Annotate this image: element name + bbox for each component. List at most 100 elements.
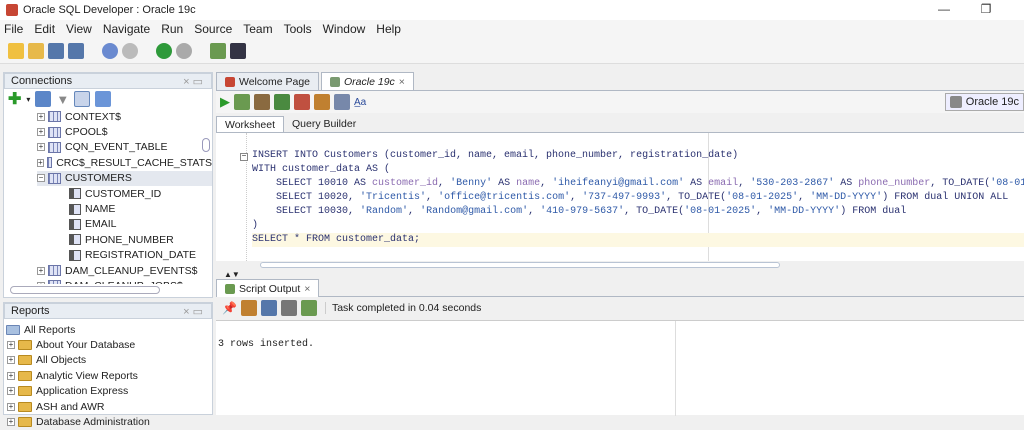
chevron-down-icon[interactable]: ▾ [26, 95, 30, 104]
menu-source[interactable]: Source [194, 22, 232, 36]
open-icon[interactable] [301, 300, 317, 316]
expand-icon[interactable]: + [37, 159, 44, 167]
tab-welcome-page[interactable]: Welcome Page [216, 72, 319, 90]
report-item[interactable]: +All Objects [4, 353, 212, 368]
tree-item[interactable]: +CONTEXT$ [37, 109, 212, 124]
vertical-scrollbar[interactable] [202, 138, 210, 152]
report-item[interactable]: +Application Express [4, 384, 212, 399]
filter-icon[interactable]: ▼ [56, 92, 69, 107]
save-icon[interactable] [48, 43, 64, 59]
menu-tools[interactable]: Tools [284, 22, 312, 36]
sql-history-icon[interactable] [334, 94, 350, 110]
clear-icon[interactable] [314, 94, 330, 110]
menu-edit[interactable]: Edit [34, 22, 55, 36]
menu-file[interactable]: File [4, 22, 23, 36]
tree-item[interactable]: +CRC$_RESULT_CACHE_STATS [37, 155, 212, 170]
editor-horizontal-scrollbar[interactable] [216, 261, 1024, 269]
reports-root[interactable]: All Reports [4, 322, 212, 337]
tree-item[interactable]: +DAM_CLEANUP_EVENTS$ [37, 263, 212, 278]
tree-item[interactable]: +DAM_CLEANUP_JOBS$ [37, 278, 212, 284]
code-line[interactable]: SELECT 10010 AS customer_id, 'Benny' AS … [252, 177, 1024, 191]
rollback-icon[interactable] [294, 94, 310, 110]
open-icon[interactable] [28, 43, 44, 59]
format-icon[interactable]: A̲a [354, 97, 366, 108]
redo-icon[interactable] [122, 43, 138, 59]
code-line[interactable]: INSERT INTO Customers (customer_id, name… [252, 149, 738, 163]
expand-icon[interactable]: + [37, 267, 45, 275]
horizontal-scrollbar[interactable] [10, 286, 160, 294]
expand-icon[interactable]: + [37, 128, 45, 136]
tab-query-builder[interactable]: Query Builder [284, 116, 364, 132]
tree-item[interactable]: CUSTOMER_ID [37, 186, 212, 201]
expand-icon[interactable]: + [7, 418, 15, 426]
run-statement-icon[interactable]: ▶ [220, 94, 230, 110]
undo-icon[interactable] [102, 43, 118, 59]
close-icon[interactable]: × [304, 283, 310, 295]
menu-team[interactable]: Team [243, 22, 272, 36]
close-icon[interactable]: × ▭ [183, 75, 203, 88]
menu-navigate[interactable]: Navigate [103, 22, 150, 36]
tab-script-output[interactable]: Script Output× [216, 279, 319, 297]
sql-worksheet-icon[interactable] [210, 43, 226, 59]
expand-icon[interactable]: + [37, 143, 45, 151]
code-line[interactable]: SELECT 10030, 'Random', 'Random@gmail.co… [252, 205, 906, 219]
worksheet-toolbar: ▶ A̲a Oracle 19c [216, 91, 1024, 113]
close-icon[interactable]: × [399, 76, 405, 88]
schema-browser-icon[interactable] [74, 91, 90, 107]
clear-icon[interactable] [241, 300, 257, 316]
report-item-label: About Your Database [36, 339, 135, 351]
save-icon[interactable] [261, 300, 277, 316]
code-line[interactable]: SELECT 10020, 'Tricentis', 'office@trice… [252, 191, 1008, 205]
expand-icon[interactable]: + [37, 113, 45, 121]
tree-item[interactable]: EMAIL [37, 217, 212, 232]
expand-icon[interactable]: + [7, 341, 15, 349]
code-line[interactable]: WITH customer_data AS ( [252, 163, 390, 177]
code-line[interactable]: SELECT * FROM customer_data; [252, 233, 1024, 247]
expand-icon[interactable]: + [7, 387, 15, 395]
save-all-icon[interactable] [68, 43, 84, 59]
forward-icon[interactable] [176, 43, 192, 59]
folder-icon [18, 402, 32, 412]
sql-editor[interactable]: − INSERT INTO Customers (customer_id, na… [216, 133, 1024, 261]
collapse-icon[interactable]: − [37, 174, 45, 182]
report-item[interactable]: +ASH and AWR [4, 399, 212, 414]
script-output-area[interactable]: 3 rows inserted. [216, 320, 1024, 415]
menu-run[interactable]: Run [161, 22, 183, 36]
new-icon[interactable] [8, 43, 24, 59]
refresh-icon[interactable] [35, 91, 51, 107]
run-script-icon[interactable] [234, 94, 250, 110]
tree-item[interactable]: +CPOOL$ [37, 124, 212, 139]
menu-window[interactable]: Window [323, 22, 366, 36]
tree-item[interactable]: PHONE_NUMBER [37, 232, 212, 247]
menu-help[interactable]: Help [376, 22, 401, 36]
collapse-icon[interactable] [95, 91, 111, 107]
back-icon[interactable] [156, 43, 172, 59]
add-connection-icon[interactable]: ✚ [8, 89, 21, 109]
commit-icon[interactable] [274, 94, 290, 110]
print-icon[interactable] [281, 300, 297, 316]
report-item[interactable]: +Database Administration [4, 414, 212, 429]
minimize-button[interactable]: — [930, 2, 958, 16]
tree-item[interactable]: −CUSTOMERS [37, 171, 212, 186]
splitter-arrows-icon[interactable]: ▲▼ [224, 270, 240, 279]
expand-icon[interactable]: + [7, 403, 15, 411]
report-item[interactable]: +Analytic View Reports [4, 368, 212, 383]
autotrace-icon[interactable] [254, 94, 270, 110]
binoculars-icon[interactable] [230, 43, 246, 59]
tab-worksheet[interactable]: Worksheet [216, 116, 284, 132]
tree-item[interactable]: REGISTRATION_DATE [37, 248, 212, 263]
tree-item[interactable]: +CQN_EVENT_TABLE [37, 140, 212, 155]
fold-toggle-icon[interactable]: − [240, 153, 248, 161]
pin-icon[interactable]: 📌 [222, 301, 237, 315]
menu-view[interactable]: View [66, 22, 92, 36]
tab-oracle-19c[interactable]: Oracle 19c× [321, 72, 414, 90]
connection-selector[interactable]: Oracle 19c [945, 93, 1024, 111]
code-line[interactable]: ) [252, 219, 258, 233]
expand-icon[interactable]: + [7, 356, 15, 364]
tree-item[interactable]: NAME [37, 201, 212, 216]
expand-icon[interactable]: + [37, 282, 45, 284]
expand-icon[interactable]: + [7, 372, 15, 380]
restore-button[interactable]: ❐ [972, 2, 1000, 16]
report-item[interactable]: + About Your Database [4, 337, 212, 352]
close-icon[interactable]: × ▭ [183, 305, 203, 318]
